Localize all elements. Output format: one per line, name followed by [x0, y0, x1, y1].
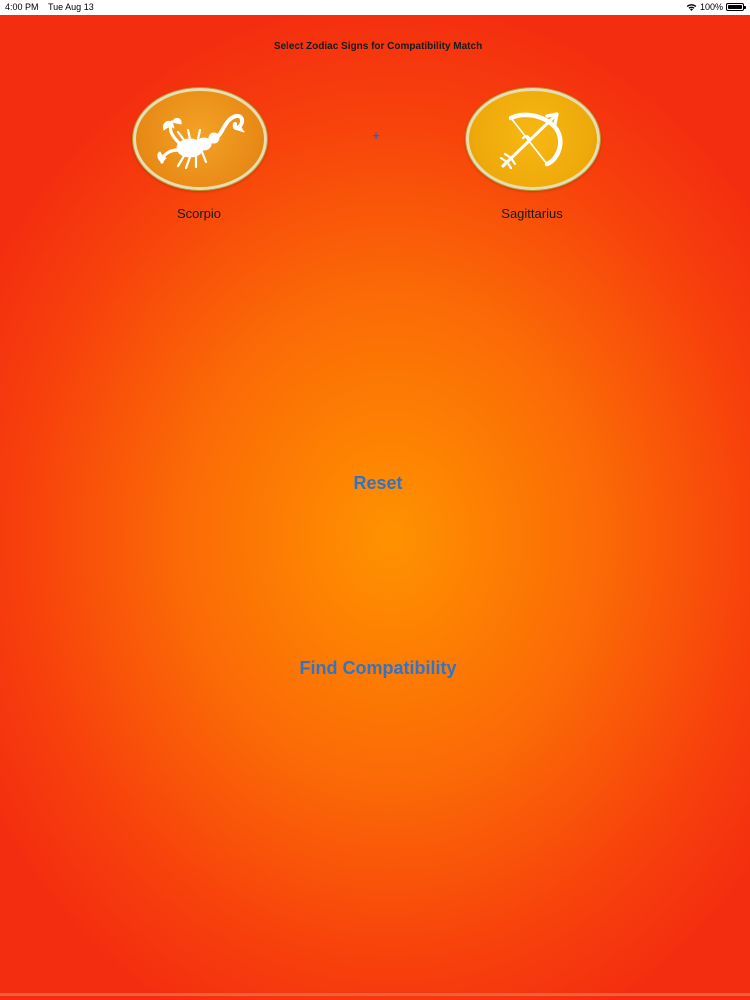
- sign-picker-first[interactable]: Scorpio: [133, 88, 267, 221]
- battery-percent: 100%: [699, 2, 723, 12]
- sign-label-second: Sagittarius: [501, 206, 563, 221]
- sign-label-first: Scorpio: [176, 206, 222, 221]
- status-time: 4:00 PM: [5, 2, 39, 12]
- plus-separator: +: [372, 128, 380, 143]
- scorpion-icon: [157, 113, 245, 170]
- battery-icon: [726, 3, 746, 11]
- sagittarius-medallion[interactable]: [466, 88, 600, 190]
- status-indicators: 100%: [686, 2, 746, 12]
- status-bar: 4:00 PM Tue Aug 13 100%: [0, 0, 750, 15]
- bow-and-arrow-icon: [499, 112, 563, 170]
- sign-picker-second[interactable]: Sagittarius: [466, 88, 600, 221]
- battery-level: [728, 5, 742, 9]
- page-title: Select Zodiac Signs for Compatibility Ma…: [273, 41, 483, 52]
- wifi-icon: [686, 3, 697, 11]
- find-compatibility-button[interactable]: Find Compatibility: [0, 658, 750, 679]
- status-date: Tue Aug 13: [48, 2, 94, 12]
- scorpio-medallion[interactable]: [133, 88, 267, 190]
- compatibility-screen: Select Zodiac Signs for Compatibility Ma…: [0, 15, 750, 1000]
- home-indicator: [0, 993, 750, 996]
- reset-button[interactable]: Reset: [0, 473, 750, 494]
